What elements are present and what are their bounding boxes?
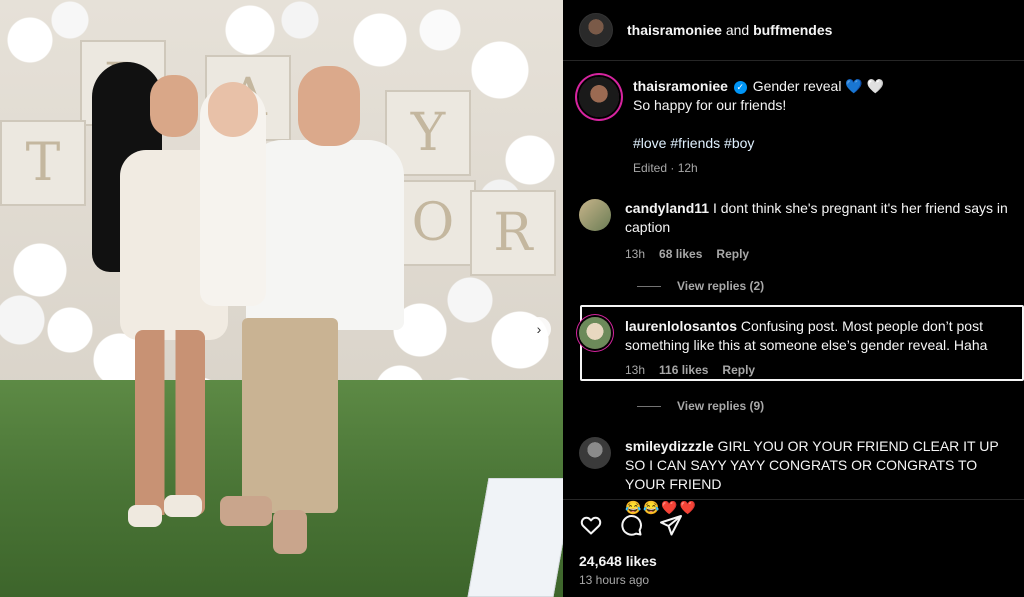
view-replies-button[interactable]: View replies (2) (637, 279, 764, 293)
comment-username[interactable]: candyland11 (625, 200, 709, 216)
view-replies-button[interactable]: View replies (9) (637, 399, 764, 413)
collab-authors: thaisramoniee and buffmendes (627, 22, 832, 38)
comment: laurenlolosantos Confusing post. Most pe… (579, 317, 1015, 380)
commenter-avatar[interactable] (579, 437, 611, 469)
caption: thaisramoniee ✓ Gender reveal 💙 🤍 So hap… (579, 77, 1023, 178)
divider-line (637, 405, 661, 407)
reply-button[interactable]: Reply (716, 245, 749, 264)
post-time: 13 hours ago (579, 573, 650, 587)
caption-username[interactable]: thaisramoniee (633, 78, 728, 94)
comment-time: 13h (625, 363, 646, 377)
author-username[interactable]: thaisramoniee (627, 22, 722, 38)
comment-time: 13h (625, 247, 646, 261)
view-replies-label: View replies (9) (677, 399, 765, 413)
comment-likes[interactable]: 68 likes (659, 245, 702, 264)
heart-icon[interactable] (579, 513, 603, 542)
comment: candyland11 I dont think she's pregnant … (579, 199, 1015, 264)
caption-hashtags[interactable]: #love #friends #boy (633, 134, 1023, 153)
man-pants (242, 318, 338, 513)
man-head (298, 66, 360, 146)
author-avatar[interactable] (579, 13, 613, 47)
commenter-avatar[interactable] (579, 199, 611, 231)
caption-line: So happy for our friends! (633, 97, 787, 113)
comment-likes[interactable]: 116 likes (659, 361, 708, 380)
shoe (128, 505, 162, 527)
comments-section[interactable]: thaisramoniee ✓ Gender reveal 💙 🤍 So hap… (563, 61, 1024, 515)
share-icon[interactable] (659, 513, 683, 542)
caption-avatar[interactable] (579, 77, 619, 117)
reply-button[interactable]: Reply (722, 361, 755, 380)
caption-emoji: 💙 🤍 (845, 78, 885, 94)
letter-block: T (0, 120, 86, 206)
post-header: thaisramoniee and buffmendes (563, 0, 1024, 61)
caption-title: Gender reveal (752, 78, 842, 94)
commenter-avatar[interactable] (579, 317, 611, 349)
comment-username[interactable]: smileydizzzle (625, 438, 714, 454)
collab-connector: and (725, 22, 750, 38)
woman-legs (135, 330, 205, 515)
post-panel: thaisramoniee and buffmendes thaisramoni… (563, 0, 1024, 597)
woman-face (150, 75, 198, 137)
post-actions: 24,648 likes 13 hours ago (563, 499, 1024, 587)
comment-icon[interactable] (619, 513, 643, 542)
view-replies-label: View replies (2) (677, 279, 765, 293)
collab-username[interactable]: buffmendes (753, 22, 832, 38)
letter-block: R (470, 190, 556, 276)
caption-edited: Edited · 12h (633, 161, 698, 175)
man (246, 140, 404, 330)
comment-username[interactable]: laurenlolosantos (625, 318, 737, 334)
divider-line (637, 285, 661, 287)
post-photo: B A Y T O R › (0, 0, 563, 597)
shoe (273, 510, 307, 554)
verified-badge-icon: ✓ (733, 81, 747, 94)
toddler-head (208, 82, 258, 137)
shoe (164, 495, 202, 517)
likes-count[interactable]: 24,648 likes (579, 553, 1008, 569)
shoe (220, 496, 272, 526)
carousel-next-button[interactable]: › (527, 317, 551, 341)
